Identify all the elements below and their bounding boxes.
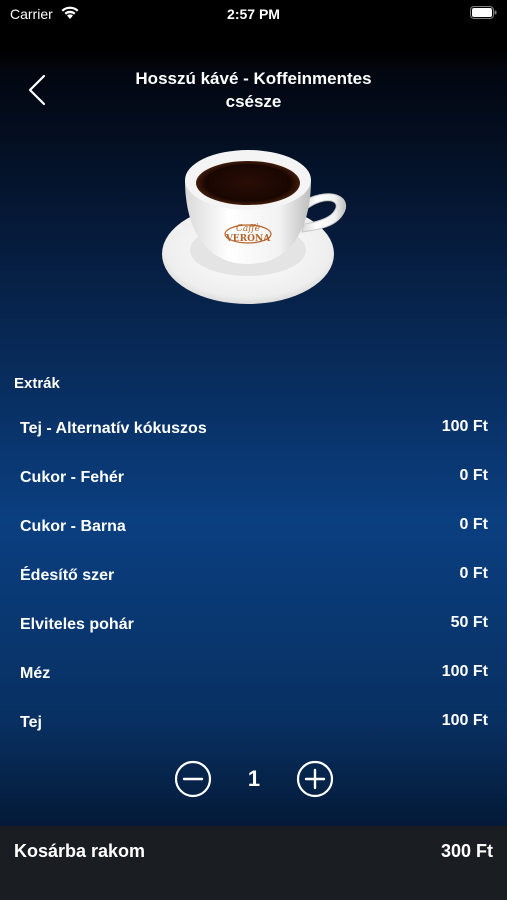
cart-total-price: 300 Ft: [440, 841, 493, 861]
plus-circle-icon: [296, 760, 334, 798]
extra-row-tej[interactable]: Tej 100 Ft: [0, 698, 507, 747]
page-title-line2: csésze: [225, 92, 282, 111]
extra-row-cukor-barna[interactable]: Cukor - Barna 0 Ft: [0, 502, 507, 551]
extras-list: Tej - Alternatív kókuszos 100 Ft Cukor -…: [0, 404, 507, 747]
extra-name: Méz: [20, 665, 51, 682]
svg-text:Caffè: Caffè: [236, 223, 260, 234]
status-bar: Carrier 2:57 PM: [0, 0, 507, 28]
product-detail-screen: Carrier 2:57 PM Hosszú kávé - Koffeinmen…: [0, 0, 507, 900]
chevron-left-icon: [28, 74, 46, 106]
page-title-line1: Hosszú kávé - Koffeinmentes: [135, 69, 372, 88]
quantity-value: 1: [247, 766, 261, 791]
extra-name: Cukor - Fehér: [20, 469, 125, 486]
extra-name: Cukor - Barna: [20, 518, 126, 535]
extra-name: Elviteles pohár: [20, 616, 134, 633]
extra-price: 100 Ft: [441, 663, 488, 680]
extra-price: 0 Ft: [459, 565, 488, 582]
add-to-cart-label: Kosárba rakom: [14, 841, 146, 861]
back-button[interactable]: [22, 70, 54, 110]
coffee-cup-image: Caffè VERONA: [162, 150, 346, 304]
clock: 2:57 PM: [227, 6, 280, 22]
minus-circle-icon: [174, 760, 212, 798]
battery-icon: [470, 6, 497, 19]
extra-price: 100 Ft: [441, 418, 488, 435]
extra-name: Édesítő szer: [20, 567, 115, 584]
extra-row-cukor-feher[interactable]: Cukor - Fehér 0 Ft: [0, 453, 507, 502]
extra-price: 50 Ft: [450, 614, 488, 631]
extra-row-mez[interactable]: Méz 100 Ft: [0, 649, 507, 698]
extra-name: Tej: [20, 714, 42, 731]
increase-quantity-button[interactable]: [296, 760, 334, 798]
extras-heading: Extrák: [14, 375, 60, 392]
extra-name: Tej - Alternatív kókuszos: [20, 420, 207, 437]
quantity-stepper: 1: [0, 758, 507, 800]
extra-price: 0 Ft: [459, 516, 488, 533]
decrease-quantity-button[interactable]: [174, 760, 212, 798]
svg-text:VERONA: VERONA: [225, 234, 271, 244]
extra-row-elviteles-pohar[interactable]: Elviteles pohár 50 Ft: [0, 600, 507, 649]
extra-row-edesito-szer[interactable]: Édesítő szer 0 Ft: [0, 551, 507, 600]
extra-row-tej-alternativ-kokuszos[interactable]: Tej - Alternatív kókuszos 100 Ft: [0, 404, 507, 453]
extra-price: 100 Ft: [441, 712, 488, 729]
extra-price: 0 Ft: [459, 467, 488, 484]
add-to-cart-button[interactable]: Kosárba rakom 300 Ft: [0, 826, 507, 900]
page-title: Hosszú kávé - Koffeinmentes csésze: [110, 67, 397, 113]
